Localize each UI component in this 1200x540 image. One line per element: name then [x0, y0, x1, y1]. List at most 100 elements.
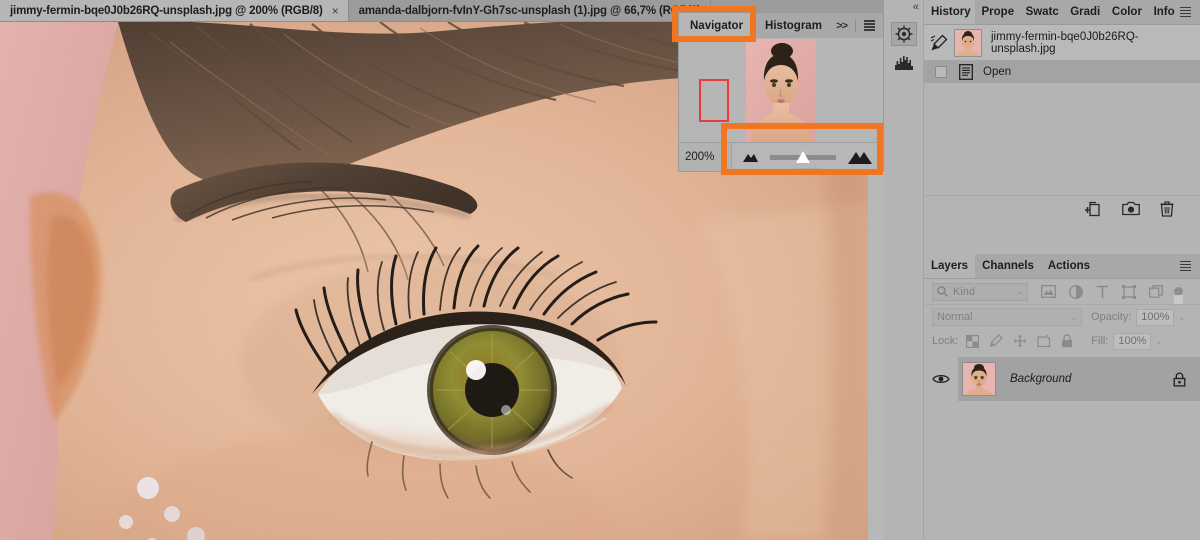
pixel-layer-filter-icon[interactable] [1041, 285, 1056, 298]
panel-menu-icon[interactable] [1180, 260, 1191, 272]
history-brush-icon[interactable] [930, 34, 948, 52]
overflow-chevron-icon[interactable]: >> [836, 20, 848, 32]
fill-label: Fill: [1091, 335, 1109, 347]
tab-channels-label: Channels [982, 260, 1034, 272]
right-dock: History Prope Swatc Gradi Color Info jim… [924, 0, 1200, 540]
zoom-out-icon[interactable] [742, 152, 759, 162]
lock-image-pixels-icon[interactable] [989, 334, 1004, 348]
history-snapshot-row[interactable]: jimmy-fermin-bqe0J0b26RQ-unsplash.jpg [924, 25, 1200, 61]
fill-input[interactable]: 100% [1113, 332, 1152, 350]
collapsed-panel-rail: « [884, 0, 924, 540]
photoshop-window: jimmy-fermin-bqe0J0b26RQ-unsplash.jpg @ … [0, 0, 1200, 540]
blend-mode-select[interactable]: Normal ⌄ [932, 308, 1082, 326]
lock-all-icon[interactable] [1061, 334, 1073, 348]
history-snapshot-label: jimmy-fermin-bqe0J0b26RQ-unsplash.jpg [991, 30, 1139, 55]
lock-label: Lock: [932, 335, 959, 347]
create-document-from-state-icon[interactable] [1085, 201, 1102, 217]
tab-history-label: History [931, 6, 971, 18]
lock-position-icon[interactable] [1013, 334, 1027, 348]
layer-filter-toggle-switch[interactable] [1174, 287, 1183, 304]
type-layer-filter-icon[interactable] [1096, 285, 1109, 299]
lock-transparent-pixels-icon[interactable] [966, 334, 980, 348]
history-state-checkbox[interactable] [935, 66, 947, 78]
tab-layers[interactable]: Layers [924, 254, 976, 278]
shape-layer-filter-icon[interactable] [1122, 284, 1136, 299]
navigator-view-rectangle[interactable] [699, 79, 729, 122]
tab-actions-label: Actions [1047, 260, 1091, 272]
tab-navigator-label: Navigator [690, 19, 744, 32]
opacity-input[interactable]: 100% [1136, 308, 1175, 326]
tab-histogram-label: Histogram [765, 19, 822, 32]
layer-kind-filter-select[interactable]: Kind ⌄ [932, 282, 1028, 301]
smart-object-filter-icon[interactable] [1149, 284, 1163, 299]
navigator-rail-icon[interactable] [891, 22, 917, 46]
layers-panel-menu-area [1180, 254, 1200, 278]
divider [855, 19, 856, 32]
panel-menu-icon[interactable] [1180, 6, 1191, 18]
tab-layers-label: Layers [931, 260, 969, 272]
zoom-slider-thumb[interactable] [796, 150, 810, 163]
tab-gradients-label: Gradi [1070, 6, 1101, 18]
document-tab-jimmy-fermin[interactable]: jimmy-fermin-bqe0J0b26RQ-unsplash.jpg @ … [0, 0, 349, 21]
layer-locked-icon[interactable] [1173, 372, 1186, 387]
navigator-zoom-slider[interactable] [731, 142, 883, 172]
navigator-thumbnail-area[interactable] [679, 38, 883, 144]
layer-list: Background [924, 357, 1200, 401]
zoom-in-icon[interactable] [847, 150, 873, 164]
layer-row-selected-area[interactable]: Background [958, 357, 1200, 401]
panel-resize-grip[interactable] [793, 167, 822, 171]
chevron-down-icon[interactable]: ⌄ [1016, 287, 1023, 296]
navigator-zoom-row: 200% [679, 142, 883, 172]
tab-color[interactable]: Color [1105, 0, 1147, 24]
opacity-label: Opacity: [1091, 311, 1132, 323]
layer-row-background[interactable]: Background [924, 357, 1200, 401]
opacity-stepper-chevron-icon[interactable]: ⌄ [1178, 313, 1185, 322]
layer-filter-row: Kind ⌄ [924, 279, 1200, 305]
layers-panel-tab-row: Layers Channels Actions [924, 254, 1200, 279]
tab-channels[interactable]: Channels [975, 254, 1041, 278]
document-icon [959, 64, 973, 80]
create-new-snapshot-icon[interactable] [1122, 201, 1140, 216]
tab-navigator[interactable]: Navigator [679, 13, 755, 38]
tab-swatches[interactable]: Swatc [1019, 0, 1064, 24]
fill-stepper-chevron-icon[interactable]: ⌄ [1155, 337, 1162, 346]
panel-menu-icon[interactable] [864, 20, 875, 31]
document-tab-label: amanda-dalbjorn-fvInY-Gh7sc-unsplash (1)… [358, 4, 701, 17]
document-tab-amanda-dalbjorn[interactable]: amanda-dalbjorn-fvInY-Gh7sc-unsplash (1)… [348, 0, 711, 21]
layers-panel: Layers Channels Actions Kind ⌄ Normal ⌄ … [924, 254, 1200, 540]
lock-row: Lock: Fill: 100% ⌄ [924, 329, 1200, 353]
history-panel-menu-area [1180, 0, 1200, 24]
layer-visibility-eye-icon[interactable] [924, 373, 958, 385]
tab-gradients[interactable]: Gradi [1063, 0, 1105, 24]
history-snapshot-thumbnail [954, 28, 982, 57]
history-panel-tab-row: History Prope Swatc Gradi Color Info [924, 0, 1200, 25]
tab-swatches-label: Swatc [1025, 6, 1059, 18]
zoom-percentage-field[interactable]: 200% [679, 151, 731, 163]
tab-history[interactable]: History [924, 0, 975, 24]
zoom-slider-track[interactable] [770, 150, 836, 163]
navigator-panel: Navigator Histogram >> 200% [678, 12, 884, 172]
blend-mode-value: Normal [937, 311, 973, 323]
histogram-rail-icon[interactable] [891, 50, 917, 74]
tab-histogram[interactable]: Histogram [754, 13, 833, 38]
layer-filter-icons [1041, 284, 1163, 299]
history-panel-footer [924, 195, 1200, 221]
tab-info[interactable]: Info [1147, 0, 1180, 24]
chevron-down-icon[interactable]: ⌄ [1070, 313, 1077, 322]
tab-actions[interactable]: Actions [1041, 254, 1097, 278]
navigator-tab-row-actions: >> [836, 13, 883, 38]
adjustment-layer-filter-icon[interactable] [1069, 284, 1083, 299]
tab-properties[interactable]: Prope [975, 0, 1019, 24]
document-tab-label: jimmy-fermin-bqe0J0b26RQ-unsplash.jpg @ … [10, 4, 323, 17]
lock-icon-group [966, 334, 1073, 348]
close-icon[interactable]: × [332, 5, 339, 17]
collapse-panels-icon[interactable]: « [913, 1, 919, 13]
delete-state-icon[interactable] [1160, 200, 1174, 217]
tab-properties-label: Prope [981, 6, 1015, 18]
history-state-row[interactable]: Open [924, 61, 1200, 83]
search-icon [937, 286, 948, 297]
lock-artboard-nesting-icon[interactable] [1037, 334, 1051, 348]
tab-color-label: Color [1111, 6, 1142, 18]
blend-mode-row: Normal ⌄ Opacity: 100% ⌄ [924, 305, 1200, 329]
history-panel-body: jimmy-fermin-bqe0J0b26RQ-unsplash.jpg Op… [924, 25, 1200, 221]
